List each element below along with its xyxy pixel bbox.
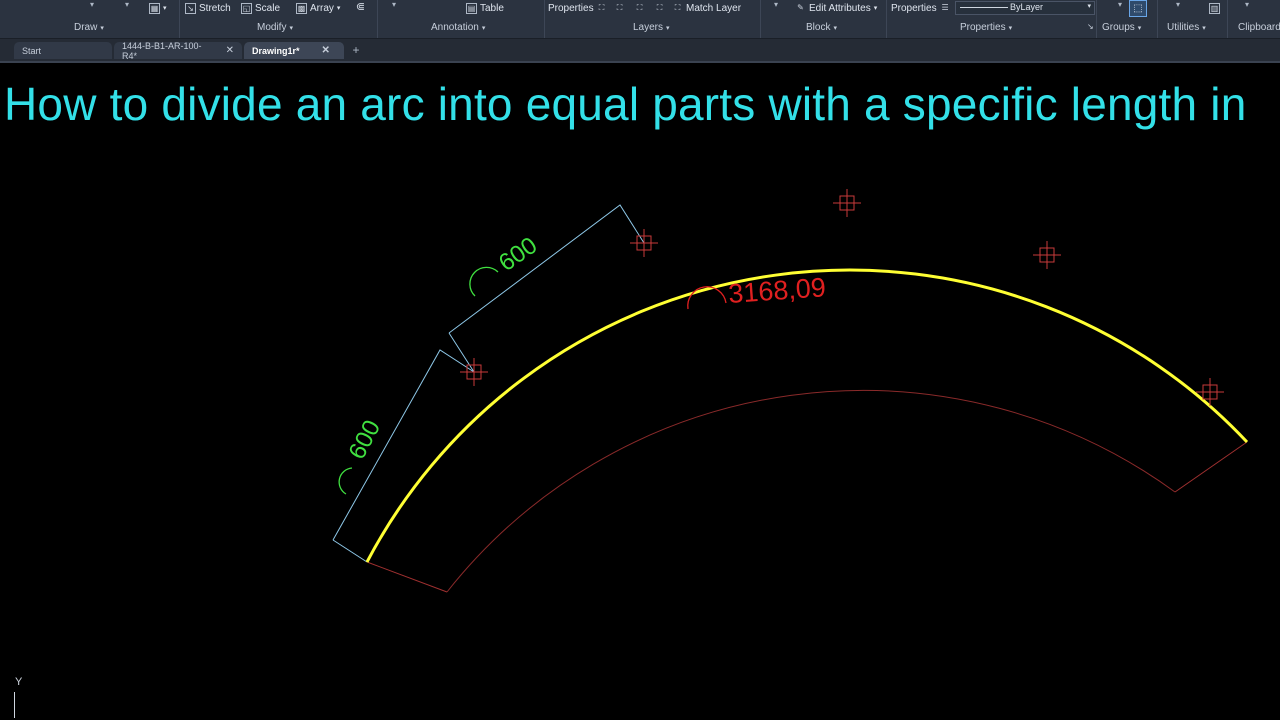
- table-icon: ▤: [466, 2, 477, 14]
- panel-clipboard[interactable]: Clipboard: [1238, 22, 1280, 34]
- segment-dim-extension-upper-end[interactable]: [448, 332, 475, 373]
- close-icon[interactable]: ✕: [322, 45, 330, 56]
- arc-symbol-lower: [338, 467, 353, 495]
- match-layer-button[interactable]: ⛶ Match Layer: [672, 1, 741, 15]
- edit-attributes-icon: ✎: [797, 2, 804, 12]
- layer-lock-button[interactable]: ⛶: [654, 1, 665, 15]
- layer-freeze-button[interactable]: ⛶: [634, 1, 645, 15]
- layer-lock-icon: ⛶: [656, 2, 663, 12]
- panel-modify[interactable]: Modify ▾: [257, 22, 293, 34]
- division-point-4[interactable]: [1033, 241, 1061, 269]
- tab-label: Drawing1r*: [252, 45, 300, 56]
- panel-block[interactable]: Block ▾: [806, 22, 837, 34]
- match-layer-icon: ⛶: [674, 2, 681, 12]
- panel-layers[interactable]: Layers ▾: [633, 22, 670, 34]
- layer-isolate-button[interactable]: ⛶: [614, 1, 625, 15]
- panel-draw[interactable]: Draw ▾: [74, 22, 104, 34]
- file-tab-bar: Start 1444-B-B1-AR-100- R4* ✕ Drawing1r*…: [0, 39, 1280, 63]
- segment-dim-extension-lower-end[interactable]: [332, 539, 368, 563]
- draw-dropdown-arrow[interactable]: ▾: [90, 0, 94, 9]
- linetype-icon: ☰: [941, 2, 949, 12]
- layer-properties-label: Properties: [548, 2, 594, 14]
- close-icon[interactable]: ✕: [226, 45, 234, 56]
- boundary-line-left[interactable]: [366, 561, 448, 593]
- offset-button[interactable]: ⋐: [355, 1, 366, 15]
- lineweight-sample: [960, 7, 1008, 8]
- groups-more-arrow[interactable]: ▾: [1118, 0, 1122, 9]
- block-more-arrow[interactable]: ▾: [774, 0, 778, 9]
- tab-1444-drawing[interactable]: 1444-B-B1-AR-100- R4* ✕: [114, 40, 242, 61]
- ucs-y-label: Y: [15, 676, 23, 688]
- arc-symbol-upper: [469, 266, 499, 297]
- layer-isolate-icon: ⛶: [616, 2, 623, 12]
- panel-groups[interactable]: Groups ▾: [1102, 22, 1141, 34]
- new-tab-plus-icon[interactable]: +: [349, 43, 363, 57]
- arc-length-dimension[interactable]: 3168,09: [727, 272, 826, 309]
- stretch-icon: ↘: [185, 2, 196, 14]
- stretch-button[interactable]: ↘ Stretch: [185, 1, 231, 15]
- division-point-1[interactable]: [460, 358, 488, 386]
- table-button[interactable]: ▤ Table: [466, 1, 504, 15]
- array-button[interactable]: ▩ Array ▾: [296, 1, 340, 15]
- lineweight-select[interactable]: ByLayer ▾: [955, 1, 1095, 15]
- table-label: Table: [480, 2, 504, 14]
- segment-dimension-upper[interactable]: 600: [494, 232, 542, 277]
- edit-attributes-button[interactable]: ✎ Edit Attributes ▾: [795, 1, 877, 15]
- scale-icon: ◱: [241, 2, 252, 14]
- properties-label: Properties: [891, 2, 937, 14]
- division-point-2[interactable]: [630, 229, 658, 257]
- ucs-y-axis: [14, 692, 15, 718]
- clipboard-more-arrow[interactable]: ▾: [1245, 0, 1249, 9]
- utilities-more-arrow[interactable]: ▾: [1176, 0, 1180, 9]
- tab-label: Start: [22, 45, 42, 56]
- lineweight-value: ByLayer: [1010, 2, 1044, 12]
- modify-icon-button[interactable]: ▦ ▾: [149, 1, 167, 15]
- ucs-icon: Y: [13, 676, 33, 720]
- annotation-more-arrow[interactable]: ▾: [392, 0, 396, 9]
- panel-utilities[interactable]: Utilities ▾: [1167, 22, 1206, 34]
- layer-off-button[interactable]: ⛶: [596, 1, 607, 15]
- chevron-down-icon: ▾: [1087, 3, 1091, 10]
- edit-attributes-label: Edit Attributes: [809, 2, 871, 14]
- properties-launcher[interactable]: ↘: [1087, 22, 1094, 34]
- layer-off-icon: ⛶: [598, 2, 605, 12]
- tab-start[interactable]: Start: [14, 42, 112, 59]
- division-point-3[interactable]: [833, 189, 861, 217]
- calculator-button[interactable]: ▥: [1209, 1, 1220, 15]
- stretch-grid-icon: ▦: [149, 2, 160, 14]
- array-icon: ▩: [296, 2, 307, 14]
- drawing-geometry[interactable]: 600 600 3168,09: [0, 63, 1280, 720]
- properties-button[interactable]: Properties ☰: [891, 1, 951, 15]
- drawing-canvas[interactable]: How to divide an arc into equal parts wi…: [0, 63, 1280, 720]
- ribbon: ▾ ▾ ▦ ▾ ↘ Stretch ◱ Scale ▩ Array ▾ ⋐ ▾ ▤ Tabl…: [0, 0, 1280, 39]
- panel-annotation[interactable]: Annotation ▾: [431, 22, 485, 34]
- stretch-label: Stretch: [199, 2, 231, 14]
- boundary-line-right[interactable]: [1174, 441, 1248, 493]
- array-label: Array: [310, 2, 334, 14]
- tab-drawing1r[interactable]: Drawing1r* ✕: [244, 42, 344, 59]
- match-layer-label: Match Layer: [686, 2, 742, 14]
- panel-properties[interactable]: Properties ▾: [960, 22, 1012, 34]
- scale-button[interactable]: ◱ Scale: [241, 1, 280, 15]
- main-arc[interactable]: [365, 268, 1249, 563]
- draw-more-arrow[interactable]: ▾: [125, 0, 129, 9]
- layer-properties-button[interactable]: Properties: [548, 1, 594, 15]
- offset-icon: ⋐: [355, 0, 366, 13]
- group-select-icon[interactable]: ⬚: [1129, 0, 1147, 17]
- calculator-icon: ▥: [1209, 2, 1220, 14]
- layer-freeze-icon: ⛶: [636, 2, 643, 12]
- division-point-5[interactable]: [1196, 378, 1224, 406]
- scale-label: Scale: [255, 2, 281, 14]
- tab-label: 1444-B-B1-AR-100- R4*: [122, 40, 202, 61]
- inner-offset-arc[interactable]: [446, 389, 1176, 593]
